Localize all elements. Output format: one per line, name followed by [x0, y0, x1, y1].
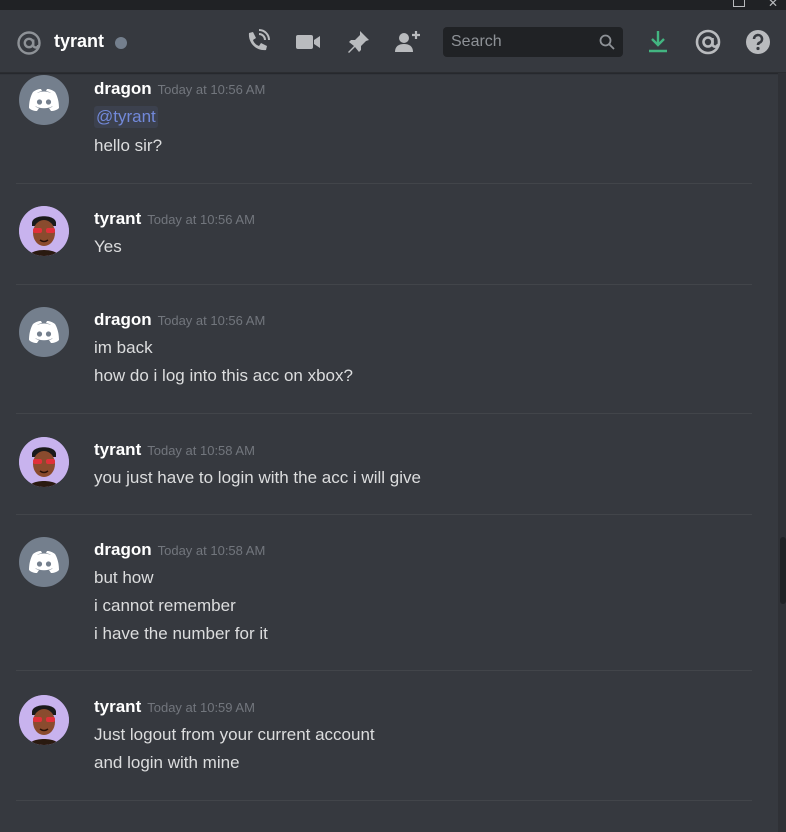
- message-text: you just have to login with the acc i wi…: [94, 468, 421, 487]
- avatar[interactable]: [19, 537, 69, 587]
- avatar[interactable]: [19, 307, 69, 357]
- message-author[interactable]: dragon Today at 10:56 AM: [94, 310, 265, 330]
- message-author[interactable]: tyrant Today at 10:58 AM: [94, 440, 255, 460]
- author-name[interactable]: tyrant: [94, 697, 141, 716]
- author-name[interactable]: dragon: [94, 540, 152, 559]
- search-placeholder: Search: [451, 33, 502, 50]
- message-author[interactable]: tyrant Today at 10:59 AM: [94, 697, 255, 717]
- message-text: i have the number for it: [94, 624, 268, 643]
- message-divider: [16, 413, 752, 414]
- message-author[interactable]: dragon Today at 10:58 AM: [94, 540, 265, 560]
- help-icon[interactable]: [744, 28, 772, 56]
- at-icon: [17, 31, 41, 55]
- message-text: Yes: [94, 237, 122, 256]
- discord-logo-icon: [29, 89, 59, 111]
- message-author[interactable]: tyrant Today at 10:56 AM: [94, 209, 255, 229]
- scrollbar-track[interactable]: [778, 73, 786, 832]
- message-timestamp: Today at 10:56 AM: [147, 212, 255, 227]
- message-divider: [16, 670, 752, 671]
- message-divider: [16, 514, 752, 515]
- user-avatar-image: [19, 206, 69, 256]
- search-icon: [599, 34, 615, 50]
- status-offline-indicator: [115, 37, 127, 49]
- user-avatar-image: [19, 437, 69, 487]
- avatar[interactable]: [19, 695, 69, 745]
- message-divider: [16, 183, 752, 184]
- avatar[interactable]: [19, 206, 69, 256]
- add-friend-icon[interactable]: [393, 28, 421, 56]
- message-timestamp: Today at 10:59 AM: [147, 700, 255, 715]
- message-timestamp: Today at 10:58 AM: [157, 543, 266, 558]
- message-text: Just logout from your current account: [94, 725, 375, 744]
- mentions-icon[interactable]: [694, 28, 722, 56]
- message-text: but how: [94, 568, 154, 587]
- message-divider: [16, 800, 752, 801]
- pin-icon[interactable]: [344, 28, 372, 56]
- message-text: how do i log into this acc on xbox?: [94, 366, 353, 385]
- message-text: hello sir?: [94, 136, 163, 155]
- message-text: and login with mine: [94, 753, 240, 772]
- close-button[interactable]: ✕: [768, 0, 778, 9]
- message-timestamp: Today at 10:56 AM: [157, 313, 266, 328]
- avatar[interactable]: [19, 75, 69, 125]
- discord-logo-icon: [29, 321, 59, 343]
- search-bar[interactable]: Search: [443, 27, 623, 57]
- author-name[interactable]: dragon: [94, 79, 152, 98]
- message-text: im back: [94, 338, 153, 357]
- channel-title: tyrant: [54, 31, 105, 51]
- message-timestamp: Today at 10:58 AM: [147, 443, 255, 458]
- author-name[interactable]: dragon: [94, 310, 152, 329]
- window-titlebar: [0, 0, 786, 10]
- message-text: i cannot remember: [94, 596, 236, 615]
- phone-call-icon[interactable]: [243, 28, 271, 56]
- author-name[interactable]: tyrant: [94, 440, 141, 459]
- message-author[interactable]: dragon Today at 10:56 AM: [94, 79, 265, 99]
- author-name[interactable]: tyrant: [94, 209, 141, 228]
- message-timestamp: Today at 10:56 AM: [157, 82, 266, 97]
- user-avatar-image: [19, 695, 69, 745]
- message-list: dragon Today at 10:56 AM @tyrant hello si…: [0, 73, 778, 832]
- scrollbar-thumb[interactable]: [780, 537, 786, 604]
- channel-header: tyrant Search: [0, 10, 786, 73]
- download-icon[interactable]: [644, 28, 672, 56]
- message-divider: [16, 284, 752, 285]
- discord-logo-icon: [29, 551, 59, 573]
- avatar[interactable]: [19, 437, 69, 487]
- maximize-button[interactable]: [733, 0, 745, 7]
- user-mention[interactable]: @tyrant: [94, 106, 158, 128]
- video-icon[interactable]: [294, 28, 322, 56]
